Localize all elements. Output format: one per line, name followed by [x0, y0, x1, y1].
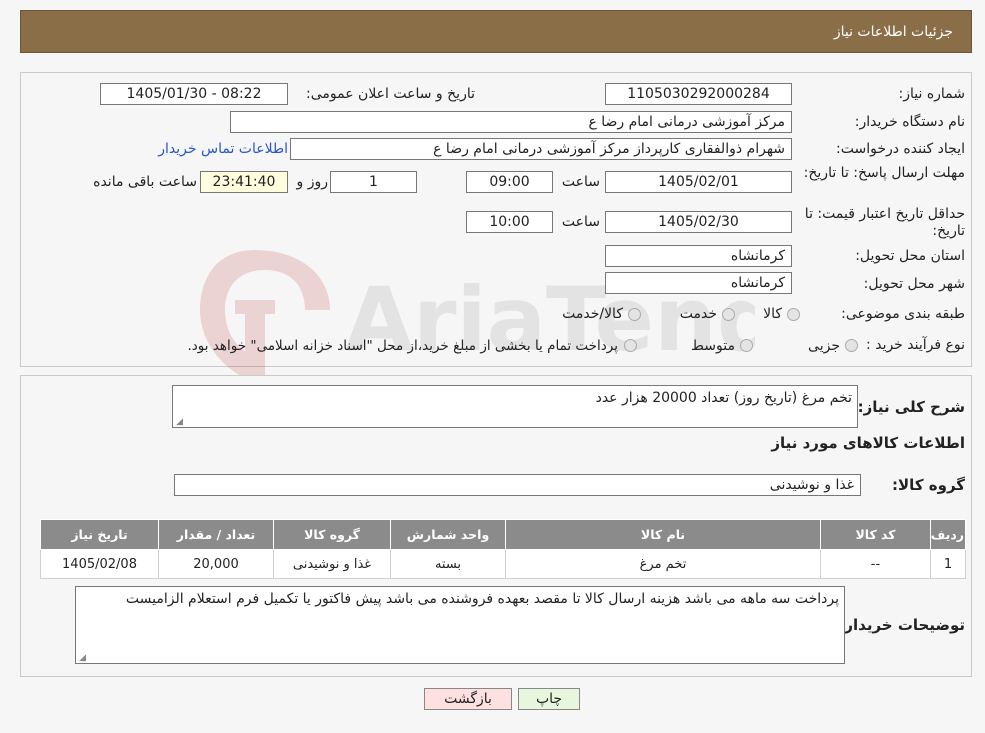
process-medium-radio[interactable]	[740, 339, 753, 352]
process-minor-label: جزیی	[808, 338, 840, 354]
category-goods-service-label: کالا/خدمت	[562, 306, 623, 322]
col-goods-code: کد کالا	[820, 519, 931, 550]
cell-goods-code: --	[820, 549, 931, 579]
need-number-label: شماره نیاز:	[898, 86, 966, 102]
category-goods-service-radio[interactable]	[628, 308, 641, 321]
treasury-docs-checkbox[interactable]	[624, 339, 637, 352]
remaining-time-field: 23:41:40	[200, 171, 288, 193]
resize-grip-icon[interactable]: ◢	[175, 418, 183, 427]
print-button[interactable]: چاپ	[518, 688, 580, 710]
col-goods-name: نام کالا	[505, 519, 821, 550]
page-title: جزئيات اطلاعات نياز	[833, 24, 953, 40]
treasury-docs-note: پرداخت تمام یا بخشی از مبلغ خرید،از محل …	[187, 338, 618, 354]
goods-group-label: گروه کالا:	[892, 476, 965, 494]
category-service-label: خدمت	[679, 306, 717, 322]
cell-goods-group: غذا و نوشیدنی	[273, 549, 391, 579]
requester-field: شهرام ذوالفقاری کارپرداز مرکز آموزشی درم…	[290, 138, 792, 160]
resize-grip-icon[interactable]: ◢	[78, 654, 86, 663]
goods-table-header: ردیف کد کالا نام کالا واحد شمارش گروه کا…	[40, 519, 966, 550]
province-field: کرمانشاه	[605, 245, 792, 267]
buyer-contact-link[interactable]: اطلاعات تماس خریدار	[120, 141, 288, 157]
cell-row-number: 1	[930, 549, 966, 579]
col-goods-group: گروه کالا	[273, 519, 391, 550]
requester-label: ایجاد کننده درخواست:	[836, 141, 965, 157]
days-label: روز و	[296, 174, 329, 190]
summary-textarea[interactable]: تخم مرغ (تاریخ روز) تعداد 20000 هزار عدد…	[172, 385, 858, 428]
col-quantity: تعداد / مقدار	[158, 519, 274, 550]
table-row[interactable]: 1 -- تخم مرغ بسته غذا و نوشیدنی 20,000 1…	[40, 549, 966, 579]
need-number-field: 1105030292000284	[605, 83, 792, 105]
buyer-notes-text: پرداخت سه ماهه می باشد هزینه ارسال کالا …	[125, 591, 839, 607]
summary-text: تخم مرغ (تاریخ روز) تعداد 20000 هزار عدد	[595, 390, 852, 406]
price-validity-time-label: ساعت	[561, 214, 600, 230]
announce-date-label: تاریخ و ساعت اعلان عمومی:	[306, 86, 475, 102]
goods-table: ردیف کد کالا نام کالا واحد شمارش گروه کا…	[40, 519, 966, 579]
reply-deadline-label: مهلت ارسال پاسخ: تا تاریخ:	[803, 165, 965, 181]
cell-quantity: 20,000	[158, 549, 274, 579]
price-validity-label: حداقل تاریخ اعتبار قیمت: تا تاریخ:	[804, 206, 965, 239]
province-label: استان محل تحویل:	[855, 248, 965, 264]
cell-goods-name: تخم مرغ	[505, 549, 821, 579]
reply-time-label: ساعت	[561, 174, 600, 190]
city-label: شهر محل تحویل:	[863, 276, 965, 292]
col-unit: واحد شمارش	[390, 519, 506, 550]
announce-date-field: 1405/01/30 - 08:22	[100, 83, 288, 105]
col-row-number: ردیف	[930, 519, 966, 550]
buyer-org-field: مرکز آموزشی درمانی امام رضا ع	[230, 111, 792, 133]
category-service-radio[interactable]	[722, 308, 735, 321]
category-goods-label: کالا	[763, 306, 782, 322]
buyer-notes-label: توضیحات خریدار:	[838, 616, 965, 634]
summary-label: شرح کلی نیاز:	[857, 398, 965, 416]
goods-info-title: اطلاعات کالاهای مورد نیاز	[771, 434, 965, 452]
reply-time-field: 09:00	[466, 171, 553, 193]
cell-need-date: 1405/02/08	[40, 549, 159, 579]
city-field: کرمانشاه	[605, 272, 792, 294]
process-medium-label: متوسط	[691, 338, 735, 354]
remaining-time-label: ساعت باقی مانده	[93, 174, 197, 190]
price-validity-time-field: 10:00	[466, 211, 553, 233]
col-need-date: تاریخ نیاز	[40, 519, 159, 550]
cell-unit: بسته	[390, 549, 506, 579]
process-minor-radio[interactable]	[845, 339, 858, 352]
category-goods-radio[interactable]	[787, 308, 800, 321]
buyer-notes-textarea[interactable]: پرداخت سه ماهه می باشد هزینه ارسال کالا …	[75, 586, 845, 664]
goods-group-field: غذا و نوشیدنی	[174, 474, 861, 496]
back-button[interactable]: بازگشت	[424, 688, 512, 710]
days-remaining-field: 1	[330, 171, 417, 193]
page-header: جزئيات اطلاعات نياز	[20, 10, 972, 53]
reply-date-field: 1405/02/01	[605, 171, 792, 193]
category-label: طبقه بندی موضوعی:	[841, 306, 965, 322]
price-validity-date-field: 1405/02/30	[605, 211, 792, 233]
buyer-org-label: نام دستگاه خریدار:	[854, 114, 965, 130]
